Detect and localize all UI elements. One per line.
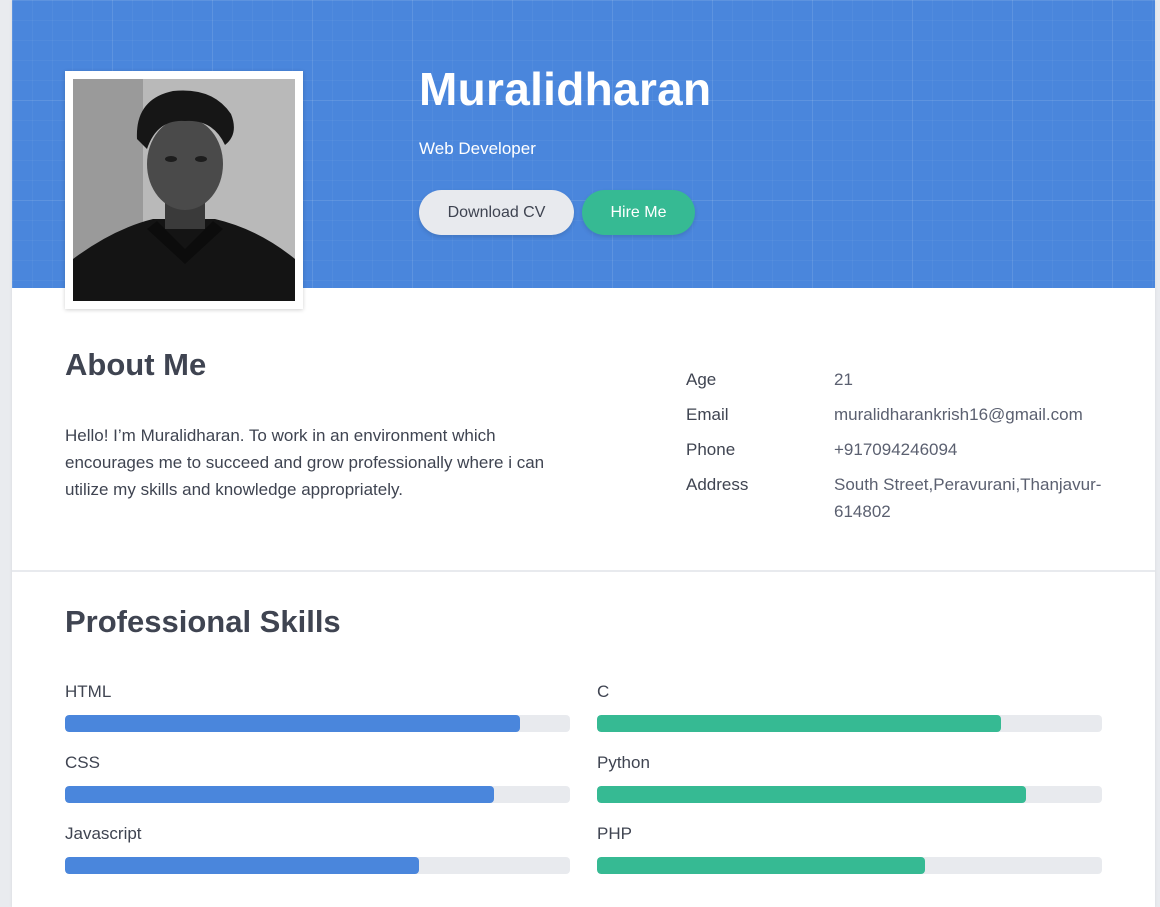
hire-me-button[interactable]: Hire Me [582,190,695,235]
skill-label: C [597,682,610,701]
portrait-image [73,79,295,301]
download-cv-button[interactable]: Download CV [419,190,574,235]
skill-progress-track [65,857,570,874]
info-value: 21 [834,370,853,389]
info-label: Phone [686,440,736,459]
skill-progress-track [597,857,1102,874]
skill-progress-track [597,715,1102,732]
skill-c: C [597,682,1102,742]
resume-card: Muralidharan Web Developer Download CV H… [12,0,1155,907]
skill-label: HTML [65,682,112,701]
info-label: Email [686,405,729,424]
skill-progress-track [597,786,1102,803]
info-label: Address [686,475,749,494]
skill-label: Python [597,753,650,772]
profile-role: Web Developer [419,139,536,158]
skill-css: CSS [65,753,570,813]
info-label: Age [686,370,717,389]
about-text: Hello! I’m Muralidharan. To work in an e… [65,426,545,499]
skill-label: CSS [65,753,100,772]
profile-photo-frame [65,71,303,309]
skill-html: HTML [65,682,570,742]
skill-label: Javascript [65,824,142,843]
skill-progress-fill [597,786,1027,803]
info-value: muralidharankrish16@gmail.com [834,405,1083,424]
skill-javascript: Javascript [65,824,570,884]
skill-label: PHP [597,824,632,843]
info-value: +917094246094 [834,440,958,459]
profile-name: Muralidharan [419,63,712,115]
section-divider [12,570,1155,572]
skills-title: Professional Skills [65,604,341,639]
skill-python: Python [597,753,1102,813]
skill-progress-fill [65,857,419,874]
skill-progress-track [65,786,570,803]
info-value: South Street,Peravurani,Thanjavur-614802 [834,475,1102,521]
skill-progress-fill [65,786,495,803]
about-title: About Me [65,347,207,382]
skill-progress-fill [597,857,926,874]
skill-progress-fill [597,715,1001,732]
skill-progress-fill [65,715,520,732]
skill-php: PHP [597,824,1102,884]
skill-progress-track [65,715,570,732]
profile-photo [73,79,295,301]
